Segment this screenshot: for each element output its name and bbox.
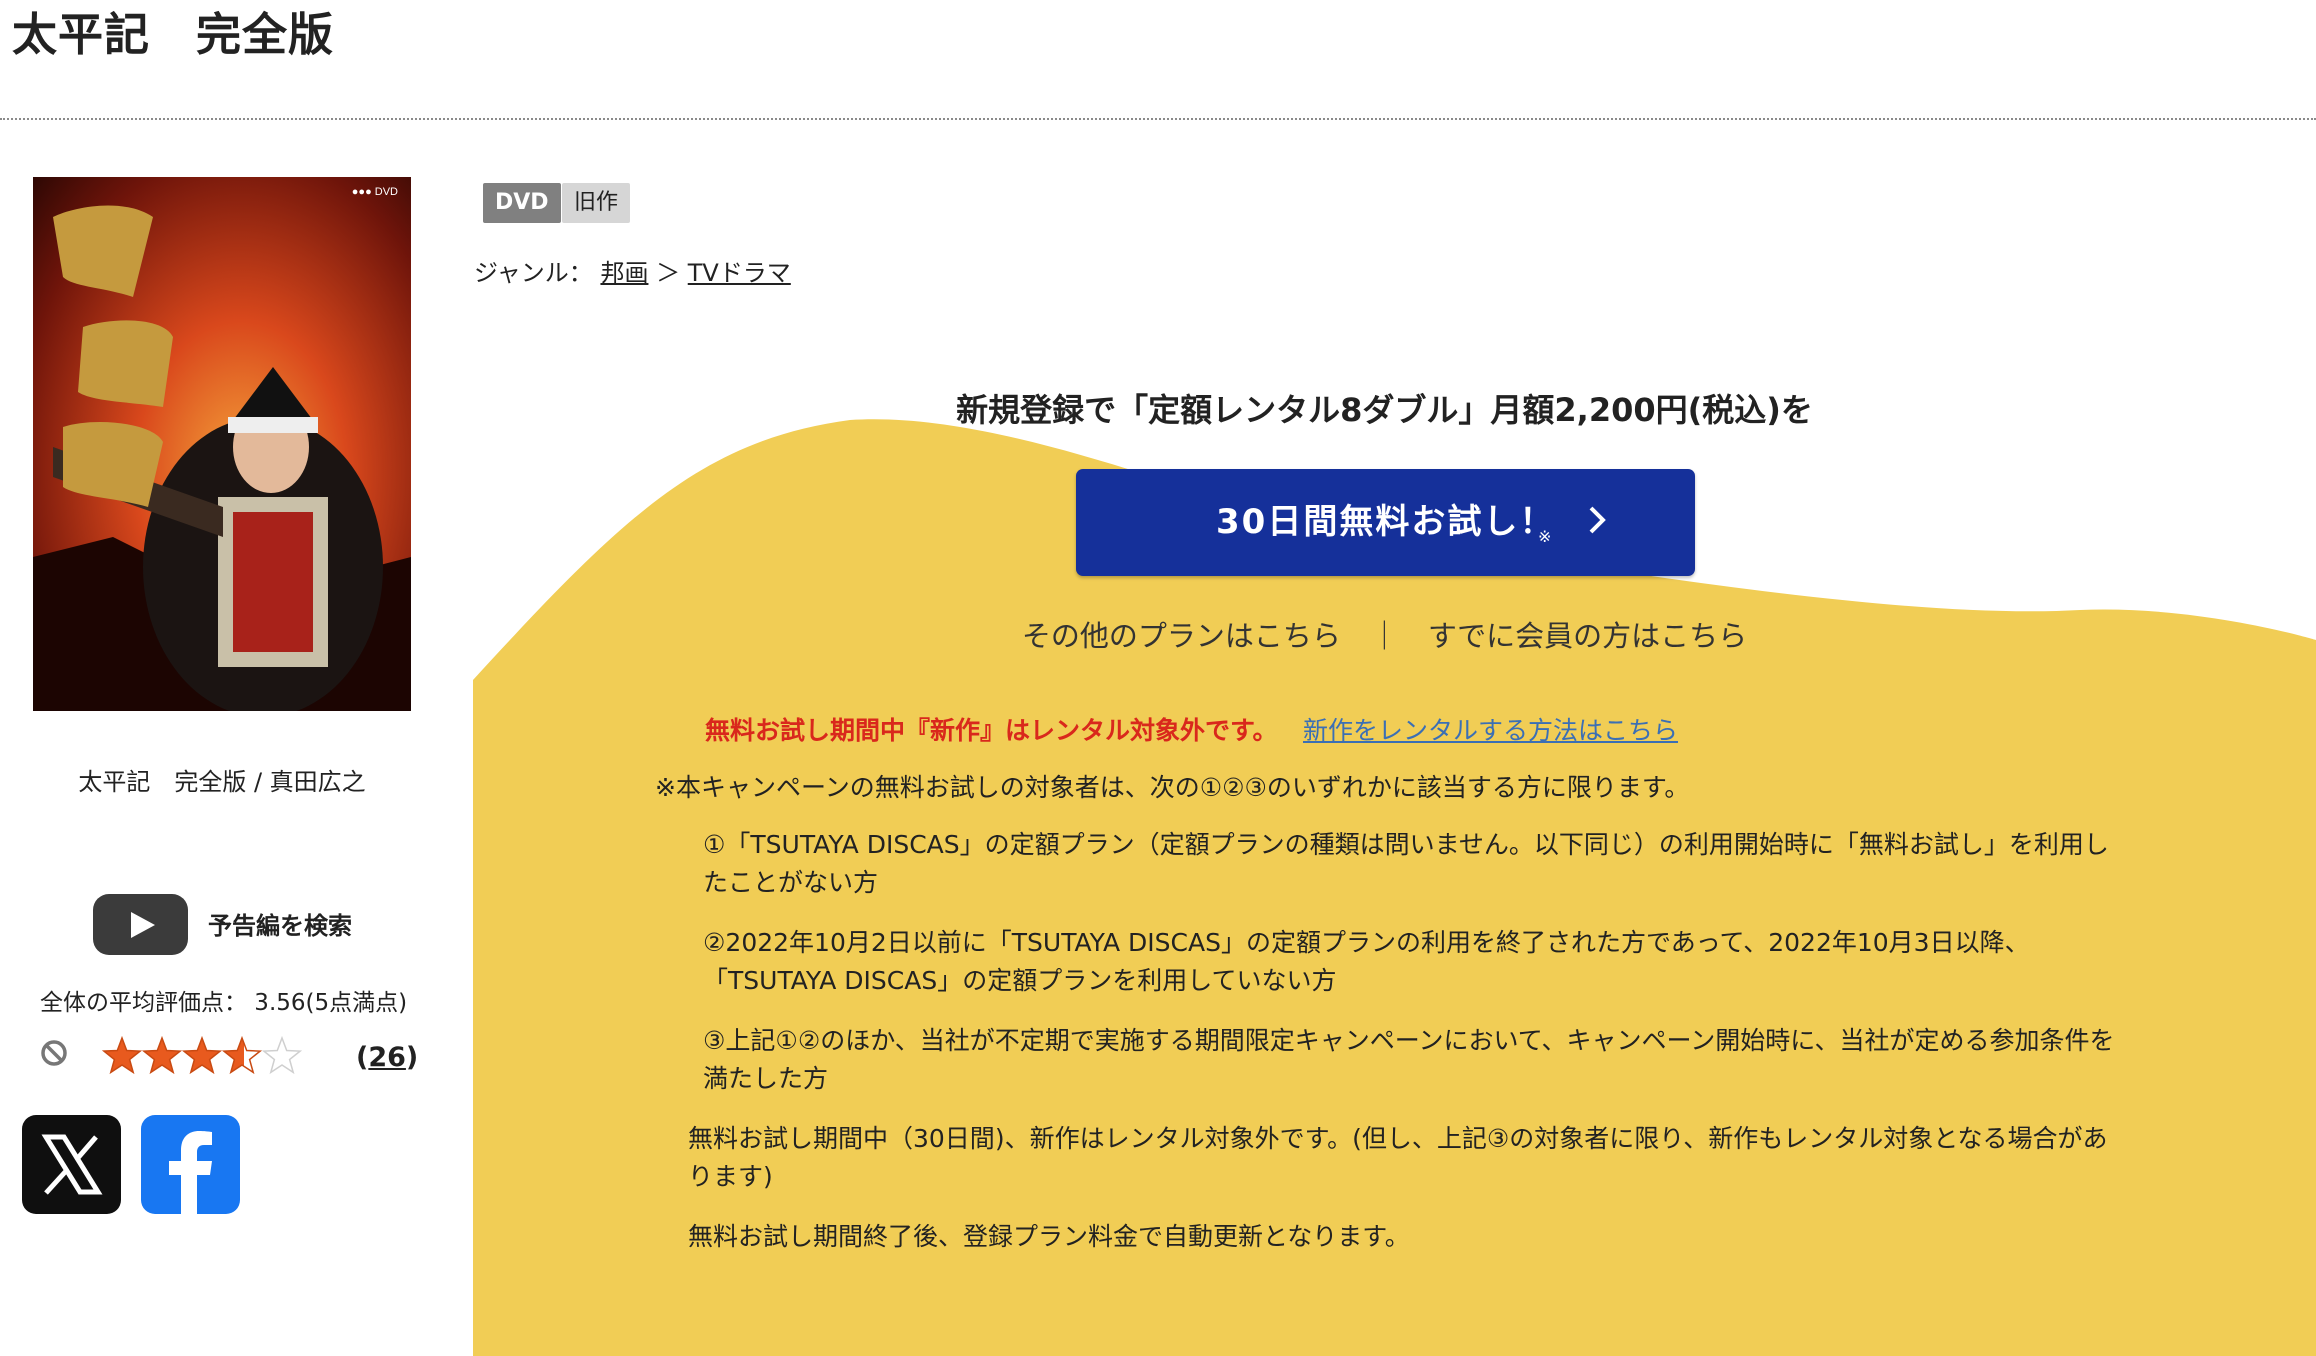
auto-renewal-note: 無料お試し期間終了後、登録プラン料金で自動更新となります。	[688, 1222, 1410, 1251]
campaign-eligibility-note: ※本キャンペーンの無料お試しの対象者は、次の①②③のいずれかに該当する方に限りま…	[655, 773, 1690, 802]
eligibility-condition-2: ②2022年10月2日以前に「TSUTAYA DISCAS」の定額プランの利用を…	[703, 928, 2030, 995]
average-rating-label: 全体の平均評価点： 3.56(5点満点)	[40, 990, 408, 1016]
youtube-play-icon[interactable]	[93, 894, 188, 955]
x-logo-icon[interactable]	[22, 1115, 121, 1214]
eligibility-condition-1: ①「TSUTAYA DISCAS」の定額プラン（定額プランの種類は問いません。以…	[703, 830, 2109, 897]
genre-label: ジャンル：	[474, 259, 593, 287]
rating-star	[102, 1035, 143, 1075]
eligibility-condition-3: ③上記①②のほか、当社が不定期で実施する期間限定キャンペーンにおいて、キャンペー…	[703, 1026, 2115, 1093]
facebook-logo-icon[interactable]	[141, 1115, 240, 1214]
trial-new-release-note: 無料お試し期間中（30日間)、新作はレンタル対象外です。(但し、上記③の対象者に…	[688, 1124, 2108, 1191]
free-trial-note-mark: ※	[1538, 527, 1552, 546]
rating-star	[221, 1035, 263, 1075]
member-login-link[interactable]: すでに会員の方はこちら	[1428, 619, 1747, 653]
review-count[interactable]: (26)	[356, 1042, 418, 1073]
trailer-search-label[interactable]: 予告編を検索	[208, 906, 352, 941]
other-plans-link[interactable]: その他のプランはこちら	[1022, 619, 1341, 653]
free-trial-button[interactable]: 30日間無料お試し！ ※	[1076, 469, 1695, 576]
new-release-rental-link[interactable]: 新作をレンタルする方法はこちら	[1303, 711, 1678, 747]
svg-text:●●● DVD: ●●● DVD	[352, 186, 398, 198]
rating-stars[interactable]	[102, 1034, 312, 1078]
plan-links: その他のプランはこちら ｜ すでに会員の方はこちら	[473, 613, 2296, 655]
title-caption: 太平記 完全版 / 真田広之	[78, 768, 366, 796]
rating-star	[181, 1035, 223, 1075]
rating-star	[261, 1035, 303, 1075]
cover-image[interactable]: ●●● DVD	[33, 177, 411, 711]
promo-headline: 新規登録で「定額レンタル8ダブル」月額2,200円(税込)を	[956, 391, 1813, 429]
genre-link-houga[interactable]: 邦画	[600, 259, 648, 287]
free-trial-label: 30日間無料お試し！	[1216, 502, 1556, 542]
release-tag: 旧作	[562, 183, 631, 223]
format-tag: DVD	[483, 183, 561, 223]
rating-star	[141, 1035, 183, 1075]
genre-link-tvdrama[interactable]: TVドラマ	[688, 259, 791, 287]
genre-breadcrumb: ジャンル： 邦画 ＞ TVドラマ	[474, 253, 791, 288]
breadcrumb-separator: ＞	[656, 259, 681, 287]
chevron-right-icon	[1589, 506, 1606, 534]
new-release-warning: 無料お試し期間中『新作』はレンタル対象外です。	[705, 716, 1278, 745]
no-rating-icon[interactable]	[40, 1039, 68, 1067]
link-divider: ｜	[1369, 619, 1399, 653]
